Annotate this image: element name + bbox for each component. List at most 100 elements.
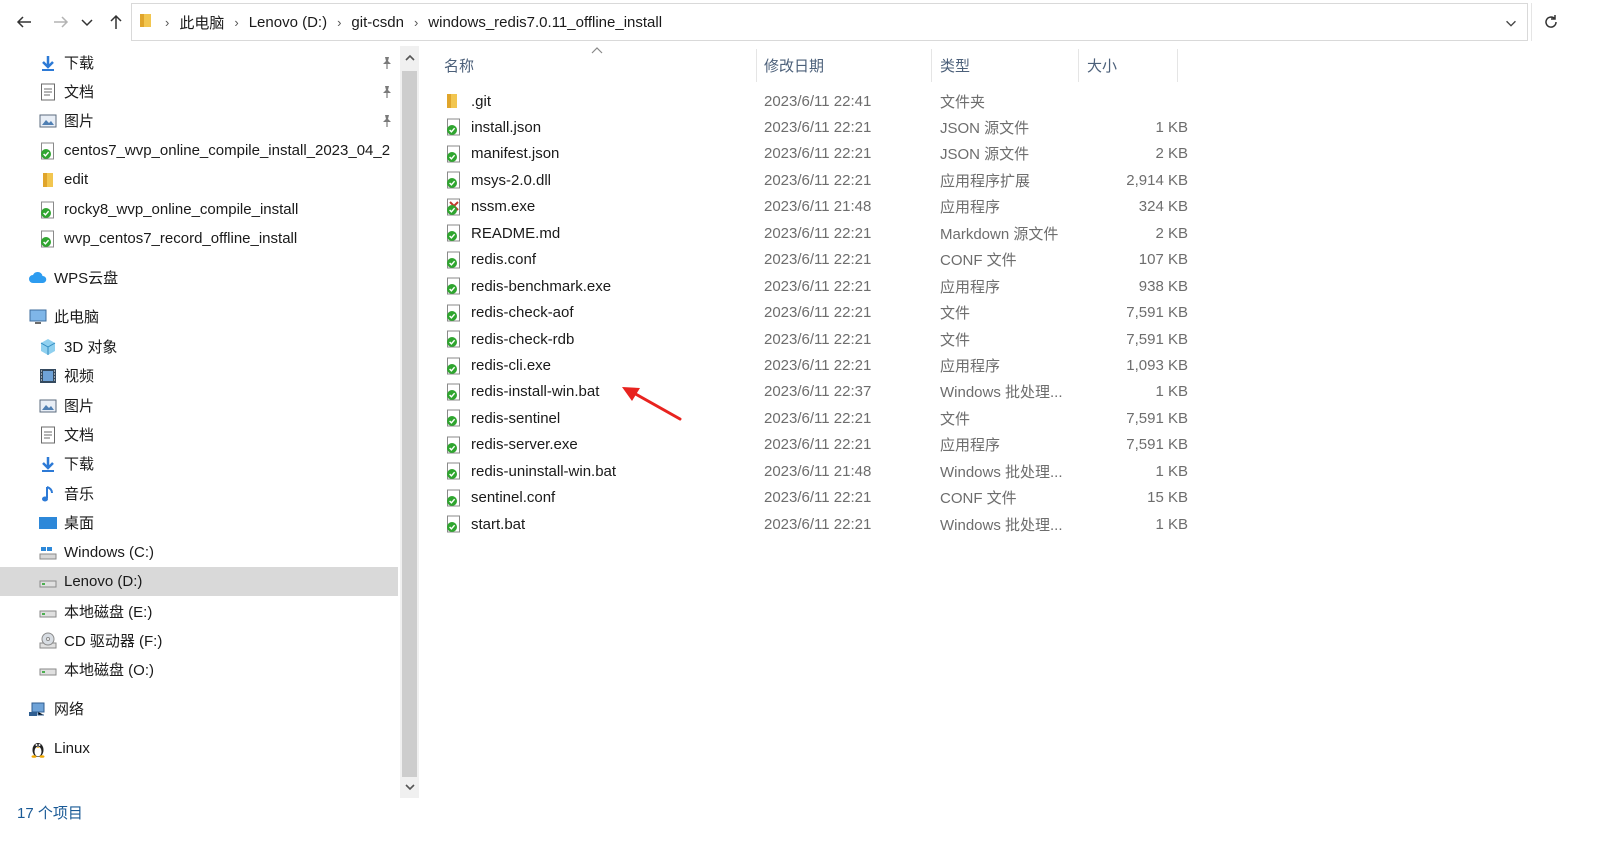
file-modified: 2023/6/11 22:21 bbox=[764, 489, 872, 507]
file-row[interactable]: nssm.exe 2023/6/11 21:48 应用程序 324 KB bbox=[440, 194, 1188, 220]
file-row[interactable]: start.bat 2023/6/11 22:21 Windows 批处理... 1 … bbox=[440, 511, 1188, 537]
chevron-up-icon bbox=[404, 54, 415, 61]
nav-item-label: 视频 bbox=[64, 368, 95, 385]
chevron-right-icon[interactable]: › bbox=[337, 15, 341, 30]
column-divider[interactable] bbox=[756, 49, 757, 82]
file-row[interactable]: redis.conf 2023/6/11 22:21 CONF 文件 107 KB bbox=[440, 247, 1188, 273]
recent-locations-button[interactable] bbox=[77, 8, 97, 36]
file-name: redis-sentinel bbox=[471, 409, 561, 427]
nav-item[interactable]: 视频 bbox=[0, 361, 398, 390]
nav-item[interactable]: 3D 对象 bbox=[0, 332, 398, 361]
folder-icon bbox=[445, 92, 463, 110]
nav-item[interactable]: 桌面 bbox=[0, 508, 398, 537]
file-row[interactable]: redis-check-rdb 2023/6/11 22:21 文件 7,591 KB bbox=[440, 326, 1188, 352]
file-row[interactable]: redis-benchmark.exe 2023/6/11 22:21 应用程序 93… bbox=[440, 273, 1188, 299]
file-name: install.json bbox=[471, 118, 542, 136]
file-row[interactable]: install.json 2023/6/11 22:21 JSON 源文件 1 KB bbox=[440, 114, 1188, 140]
file-row[interactable]: redis-sentinel 2023/6/11 22:21 文件 7,591 KB bbox=[440, 405, 1188, 431]
nav-item[interactable]: CD 驱动器 (F:) bbox=[0, 626, 398, 655]
column-header-type[interactable]: 类型 bbox=[940, 49, 1075, 82]
breadcrumb-item[interactable]: git-csdn bbox=[351, 14, 404, 31]
scroll-up-button[interactable] bbox=[400, 48, 419, 68]
nav-item[interactable]: rocky8_wvp_online_compile_install bbox=[0, 195, 398, 224]
back-button[interactable] bbox=[10, 8, 38, 36]
file-modified: 2023/6/11 22:41 bbox=[764, 92, 872, 110]
file-name: redis-install-win.bat bbox=[471, 383, 600, 401]
nav-item[interactable]: edit bbox=[0, 165, 398, 194]
column-divider[interactable] bbox=[1177, 49, 1178, 82]
nav-item[interactable]: Lenovo (D:) bbox=[0, 567, 398, 596]
column-header-name[interactable]: 名称 bbox=[444, 49, 754, 82]
file-size: 2,914 KB bbox=[1126, 171, 1188, 189]
file-row[interactable]: redis-uninstall-win.bat 2023/6/11 21:48 Wi… bbox=[440, 458, 1188, 484]
scroll-down-button[interactable] bbox=[400, 777, 419, 797]
drive-icon bbox=[38, 602, 58, 622]
file-row[interactable]: .git 2023/6/11 22:41 文件夹 bbox=[440, 88, 1180, 114]
nav-item[interactable]: WPS云盘 bbox=[0, 263, 398, 292]
nav-item[interactable]: wvp_centos7_record_offline_install bbox=[0, 224, 398, 253]
column-header-size[interactable]: 大小 bbox=[1087, 49, 1177, 82]
pin-icon[interactable] bbox=[380, 56, 394, 70]
scroll-thumb[interactable] bbox=[402, 71, 417, 777]
file-type: 文件 bbox=[940, 410, 971, 428]
file-row[interactable]: redis-cli.exe 2023/6/11 22:21 应用程序 1,093 KB bbox=[440, 353, 1188, 379]
refresh-icon bbox=[1544, 15, 1557, 28]
nav-item[interactable]: 下载 bbox=[0, 48, 398, 77]
pin-icon[interactable] bbox=[380, 114, 394, 128]
chevron-right-icon[interactable]: › bbox=[234, 15, 238, 30]
git-file-icon bbox=[445, 462, 463, 480]
refresh-button[interactable] bbox=[1531, 3, 1569, 41]
git-file-icon bbox=[445, 304, 463, 322]
nav-item[interactable]: Linux bbox=[0, 734, 398, 763]
nav-item[interactable]: 音乐 bbox=[0, 479, 398, 508]
file-type: Windows 批处理... bbox=[940, 463, 1063, 481]
nav-item[interactable]: 文档 bbox=[0, 77, 398, 106]
cd-drive-icon bbox=[38, 631, 58, 651]
nav-item[interactable]: 图片 bbox=[0, 106, 398, 135]
nav-item[interactable]: 本地磁盘 (O:) bbox=[0, 655, 398, 684]
chevron-right-icon: › bbox=[165, 14, 170, 30]
file-modified: 2023/6/11 22:21 bbox=[764, 304, 872, 322]
address-toolbar: › 此电脑 › Lenovo (D:) › git-csdn › windows… bbox=[0, 0, 1601, 44]
address-bar[interactable]: › 此电脑 › Lenovo (D:) › git-csdn › windows… bbox=[131, 3, 1528, 41]
file-modified: 2023/6/11 22:21 bbox=[764, 118, 872, 136]
desktop-icon bbox=[38, 513, 58, 533]
file-row[interactable]: msys-2.0.dll 2023/6/11 22:21 应用程序扩展 2,914 K… bbox=[440, 167, 1188, 193]
pin-icon[interactable] bbox=[380, 85, 394, 99]
file-type: 文件 bbox=[940, 305, 971, 323]
nav-item[interactable]: 此电脑 bbox=[0, 302, 398, 331]
file-row[interactable]: manifest.json 2023/6/11 22:21 JSON 源文件 2 KB bbox=[440, 141, 1188, 167]
chevron-right-icon[interactable]: › bbox=[414, 15, 418, 30]
nav-item[interactable]: 文档 bbox=[0, 420, 398, 449]
folder-icon bbox=[139, 12, 153, 32]
forward-button[interactable] bbox=[47, 8, 75, 36]
file-row[interactable]: README.md 2023/6/11 22:21 Markdown 源文件 2 KB bbox=[440, 220, 1188, 246]
file-name: start.bat bbox=[471, 515, 526, 533]
breadcrumb-item[interactable]: 此电脑 bbox=[179, 12, 224, 33]
file-row[interactable]: redis-install-win.bat 2023/6/11 22:37 Wind… bbox=[440, 379, 1188, 405]
file-row[interactable]: redis-server.exe 2023/6/11 22:21 应用程序 7,591… bbox=[440, 432, 1188, 458]
nav-item-label: 桌面 bbox=[64, 515, 95, 532]
file-row[interactable]: redis-check-aof 2023/6/11 22:21 文件 7,591 KB bbox=[440, 300, 1188, 326]
column-divider[interactable] bbox=[1078, 49, 1079, 82]
git-file-icon bbox=[445, 383, 463, 401]
nav-item-label: edit bbox=[64, 171, 89, 188]
file-name: nssm.exe bbox=[471, 198, 536, 216]
column-divider[interactable] bbox=[931, 49, 932, 82]
up-button[interactable] bbox=[102, 8, 130, 36]
nav-item[interactable]: 网络 bbox=[0, 694, 398, 723]
column-header-modified[interactable]: 修改日期 bbox=[764, 49, 929, 82]
address-history-dropdown[interactable] bbox=[1501, 13, 1521, 33]
file-name: redis-uninstall-win.bat bbox=[471, 462, 617, 480]
navigation-scrollbar[interactable] bbox=[400, 46, 419, 798]
file-size: 15 KB bbox=[1147, 489, 1188, 507]
file-row[interactable]: sentinel.conf 2023/6/11 22:21 CONF 文件 15 KB bbox=[440, 485, 1188, 511]
nav-item[interactable]: 图片 bbox=[0, 391, 398, 420]
nav-item[interactable]: 本地磁盘 (E:) bbox=[0, 597, 398, 626]
nav-item[interactable]: 下载 bbox=[0, 449, 398, 478]
file-type: Windows 批处理... bbox=[940, 516, 1063, 534]
nav-item[interactable]: centos7_wvp_online_compile_install_2023_… bbox=[0, 136, 398, 165]
breadcrumb-item[interactable]: windows_redis7.0.11_offline_install bbox=[428, 14, 662, 31]
nav-item[interactable]: Windows (C:) bbox=[0, 538, 398, 567]
breadcrumb-item[interactable]: Lenovo (D:) bbox=[249, 14, 327, 31]
